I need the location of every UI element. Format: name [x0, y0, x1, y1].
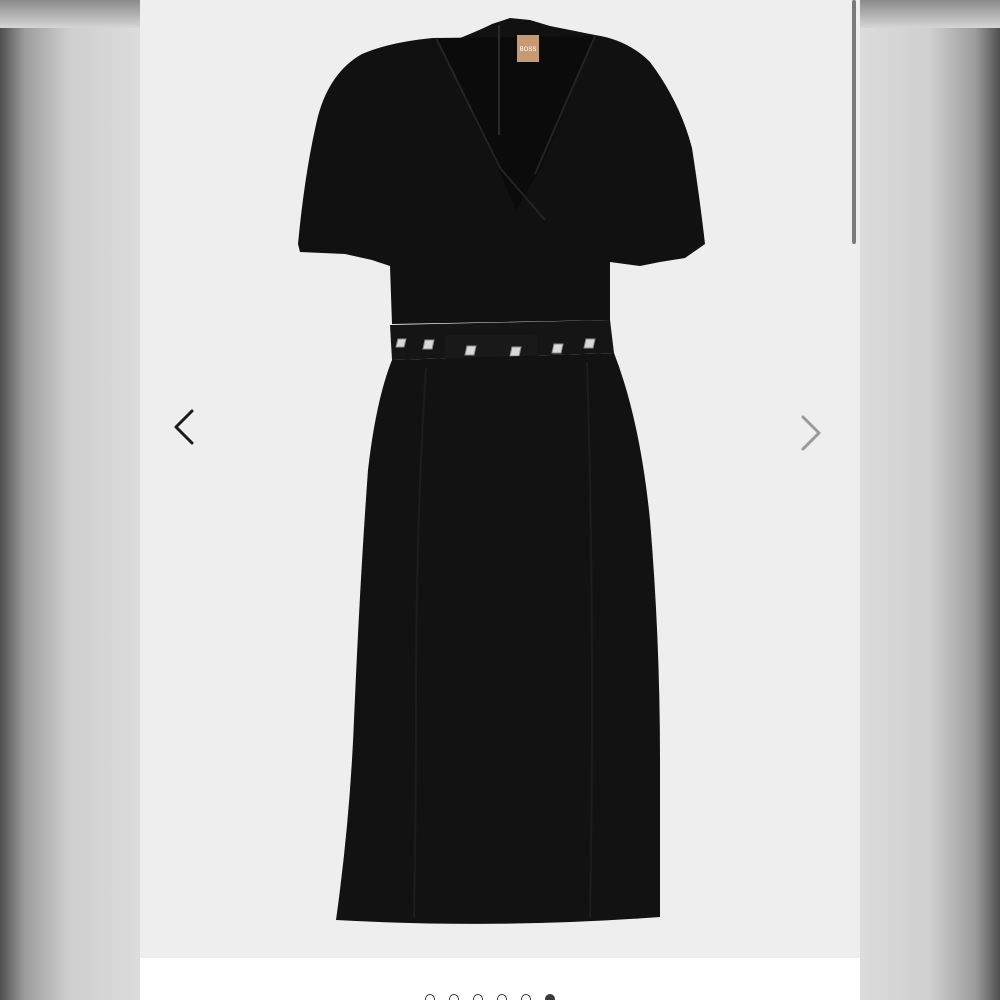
gallery-pagination-area: [140, 958, 860, 1000]
previous-image-button[interactable]: [163, 400, 207, 454]
pagination-dot-6-active[interactable]: [545, 994, 555, 1000]
stud-5: [551, 343, 564, 354]
stud-6: [583, 338, 596, 349]
next-image-button[interactable]: [788, 406, 832, 460]
right-top-strip: [860, 0, 1000, 28]
left-backdrop: [0, 0, 140, 1000]
dress-skirt: [336, 353, 660, 924]
stud-4: [509, 346, 522, 357]
chevron-left-icon: [174, 409, 194, 445]
app-screen: BOSS: [0, 0, 1000, 1000]
scroll-indicator[interactable]: [852, 0, 856, 244]
pagination-dot-4[interactable]: [497, 994, 507, 1000]
stud-3: [464, 345, 477, 356]
pagination-dot-3[interactable]: [473, 994, 483, 1000]
product-gallery[interactable]: BOSS: [140, 0, 860, 958]
left-top-strip: [0, 0, 140, 28]
stud-1: [395, 338, 407, 348]
chevron-right-icon: [801, 415, 821, 451]
pagination-dot-2[interactable]: [449, 994, 459, 1000]
right-backdrop: [860, 0, 1000, 1000]
pagination-dot-5[interactable]: [521, 994, 531, 1000]
stud-2: [422, 339, 435, 350]
pagination-dots: [425, 994, 555, 1000]
product-image-black-dress: BOSS: [140, 0, 860, 958]
pagination-dot-1[interactable]: [425, 994, 435, 1000]
brand-tag-label: BOSS: [520, 47, 537, 53]
